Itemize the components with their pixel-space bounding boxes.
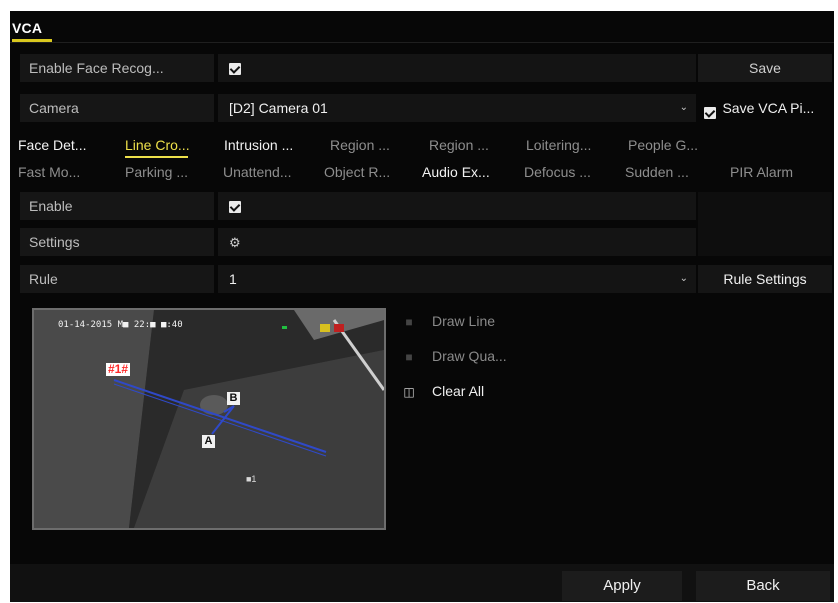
tab-label: Audio Ex...: [422, 164, 490, 180]
save-button[interactable]: Save: [698, 54, 832, 82]
camera-marker: ■1: [246, 474, 257, 484]
rule-select-value: 1: [229, 271, 237, 287]
enable-face-checkbox[interactable]: [229, 63, 241, 76]
clear-all-button[interactable]: ◫ Clear All: [402, 380, 484, 402]
draw-quad-icon: ■: [405, 350, 413, 364]
tab-pir-alarm[interactable]: PIR Alarm: [730, 161, 793, 185]
enable-cell: [218, 192, 696, 220]
rule-label: Rule: [20, 265, 214, 293]
tab-label: Face Det...: [18, 137, 87, 153]
tab-label: People G...: [628, 137, 699, 153]
enable-face-label: Enable Face Recog...: [20, 54, 214, 82]
tab-region-entrance[interactable]: Region ...: [330, 134, 390, 158]
camera-label: Camera: [20, 94, 214, 122]
active-tab-underline: [125, 156, 188, 158]
scene-image: [34, 310, 384, 528]
page-title: VCA: [12, 20, 43, 36]
tab-parking[interactable]: Parking ...: [125, 161, 188, 185]
tab-intrusion[interactable]: Intrusion ...: [224, 134, 293, 158]
tab-label: Parking ...: [125, 164, 189, 180]
tab-region-exiting[interactable]: Region ...: [429, 134, 489, 158]
save-vca-label: Save VCA Pi...: [722, 100, 815, 116]
draw-quad-button[interactable]: ■ Draw Qua...: [402, 345, 507, 367]
apply-button[interactable]: Apply: [562, 571, 682, 601]
video-preview[interactable]: 01-14-2015 M■ 22:■ ■:40 #1# B A ■1: [32, 308, 386, 530]
tab-fast-moving[interactable]: Fast Mo...: [18, 161, 80, 185]
draw-line-button[interactable]: ■ Draw Line: [402, 310, 495, 332]
save-vca-picture-option[interactable]: Save VCA Pi...: [698, 94, 832, 122]
tab-label: Defocus ...: [524, 164, 591, 180]
tab-sudden-scene-change[interactable]: Sudden ...: [625, 161, 689, 185]
save-vca-checkbox[interactable]: [704, 106, 716, 119]
tab-loitering[interactable]: Loitering...: [526, 134, 591, 158]
right-blank-panel: [698, 192, 832, 256]
rule-settings-button[interactable]: Rule Settings: [698, 265, 832, 293]
draw-line-label: Draw Line: [432, 313, 496, 329]
rule-tag: #1#: [106, 362, 131, 376]
tabs-row-1: Face Det... Line Cro... Intrusion ... Re…: [18, 134, 833, 158]
tab-label: Object R...: [324, 164, 391, 180]
tab-label: Fast Mo...: [18, 164, 81, 180]
settings-cell: ⚙: [218, 228, 696, 256]
header-divider: [10, 42, 834, 43]
camera-select-value: [D2] Camera 01: [229, 100, 328, 116]
tab-line-crossing[interactable]: Line Cro...: [125, 134, 190, 158]
tab-label: Intrusion ...: [224, 137, 294, 153]
chevron-down-icon: ⌄: [679, 102, 688, 113]
vca-settings-window: VCA Enable Face Recog... Save Camera [D2…: [10, 11, 834, 602]
chevron-down-icon: ⌄: [679, 273, 688, 284]
tab-object-removal[interactable]: Object R...: [324, 161, 390, 185]
tab-face-detection[interactable]: Face Det...: [18, 134, 86, 158]
tab-people-gathering[interactable]: People G...: [628, 134, 698, 158]
rule-select[interactable]: 1 ⌄: [218, 265, 696, 293]
tab-label: Sudden ...: [625, 164, 689, 180]
tabs-row-2: Fast Mo... Parking ... Unattend... Objec…: [18, 161, 833, 185]
tab-label: Unattend...: [223, 164, 292, 180]
tab-label: PIR Alarm: [730, 164, 794, 180]
back-button[interactable]: Back: [696, 571, 830, 601]
tab-label: Region ...: [429, 137, 489, 153]
tab-defocus[interactable]: Defocus ...: [524, 161, 591, 185]
point-b-label: B: [227, 392, 240, 405]
osd-timestamp: 01-14-2015 M■ 22:■ ■:40: [58, 320, 183, 330]
draw-line-icon: ■: [405, 315, 413, 329]
clear-icon: ◫: [403, 385, 415, 399]
tab-label: Loitering...: [526, 137, 592, 153]
tab-label: Line Cro...: [125, 137, 190, 153]
enable-checkbox[interactable]: [229, 201, 241, 214]
tab-unattended-baggage[interactable]: Unattend...: [223, 161, 292, 185]
camera-select[interactable]: [D2] Camera 01 ⌄: [218, 94, 696, 122]
settings-label: Settings: [20, 228, 214, 256]
draw-quad-label: Draw Qua...: [432, 348, 507, 364]
tab-audio-exception[interactable]: Audio Ex...: [422, 161, 490, 185]
point-a-label: A: [202, 435, 215, 448]
enable-label: Enable: [20, 192, 214, 220]
gear-icon[interactable]: ⚙: [229, 235, 241, 250]
clear-all-label: Clear All: [432, 383, 485, 399]
tab-label: Region ...: [330, 137, 390, 153]
enable-face-cell: [218, 54, 696, 82]
